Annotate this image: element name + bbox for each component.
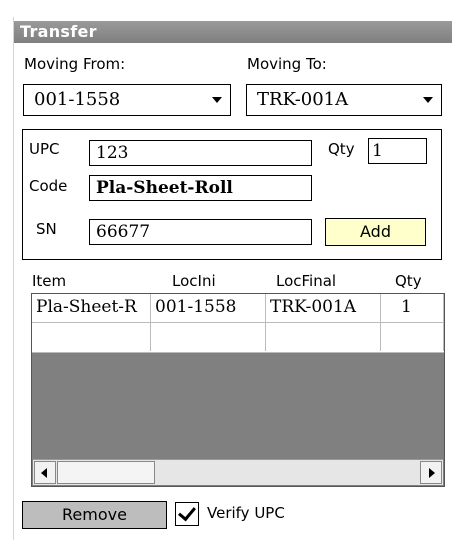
cell-locfinal[interactable]: TRK-001A bbox=[266, 294, 381, 322]
verify-upc-label[interactable]: Verify UPC bbox=[207, 504, 285, 522]
upc-label: UPC bbox=[29, 140, 60, 158]
upc-input[interactable]: 123 bbox=[89, 140, 312, 166]
column-header-locfinal: LocFinal bbox=[276, 272, 337, 290]
cell-item[interactable]: Pla-Sheet-R bbox=[32, 294, 151, 322]
verify-upc-checkbox[interactable] bbox=[175, 502, 199, 526]
column-header-locini: LocIni bbox=[172, 272, 216, 290]
code-label: Code bbox=[29, 177, 68, 195]
remove-button[interactable]: Remove bbox=[22, 501, 167, 529]
cell-empty[interactable] bbox=[32, 323, 151, 351]
cell-empty[interactable] bbox=[151, 323, 266, 351]
checkmark-icon bbox=[178, 502, 196, 522]
add-button[interactable]: Add bbox=[325, 218, 426, 246]
window-title: Transfer bbox=[14, 21, 452, 43]
code-input[interactable]: Pla-Sheet-Roll bbox=[89, 175, 312, 201]
cell-empty[interactable] bbox=[266, 323, 381, 351]
moving-from-select[interactable]: 001-1558 bbox=[23, 84, 231, 116]
table-row[interactable]: Pla-Sheet-R 001-1558 TRK-001A 1 bbox=[32, 294, 444, 323]
column-header-item: Item bbox=[32, 272, 67, 290]
moving-from-label: Moving From: bbox=[24, 55, 126, 73]
dropdown-arrow-icon[interactable] bbox=[423, 97, 433, 103]
qty-input[interactable]: 1 bbox=[368, 138, 427, 164]
scrollbar-thumb[interactable] bbox=[57, 461, 155, 484]
column-header-qty: Qty bbox=[395, 272, 422, 290]
horizontal-scrollbar[interactable] bbox=[33, 459, 443, 485]
moving-to-select[interactable]: TRK-001A bbox=[246, 84, 442, 116]
moving-to-label: Moving To: bbox=[247, 55, 327, 73]
arrow-right-icon bbox=[429, 468, 435, 478]
dropdown-arrow-icon[interactable] bbox=[212, 97, 222, 103]
qty-label: Qty bbox=[328, 140, 355, 158]
scroll-left-button[interactable] bbox=[34, 461, 56, 484]
arrow-left-icon bbox=[41, 468, 47, 478]
cell-locini[interactable]: 001-1558 bbox=[151, 294, 266, 322]
table-row-empty[interactable] bbox=[32, 323, 444, 353]
moving-from-value: 001-1558 bbox=[34, 89, 121, 110]
sn-label: SN bbox=[36, 220, 57, 238]
cell-qty[interactable]: 1 bbox=[381, 294, 444, 322]
transfer-grid[interactable]: Pla-Sheet-R 001-1558 TRK-001A 1 bbox=[31, 293, 445, 487]
moving-to-value: TRK-001A bbox=[257, 89, 349, 110]
cell-empty[interactable] bbox=[381, 323, 444, 351]
sn-input[interactable]: 66677 bbox=[89, 219, 312, 245]
scroll-right-button[interactable] bbox=[420, 461, 442, 484]
